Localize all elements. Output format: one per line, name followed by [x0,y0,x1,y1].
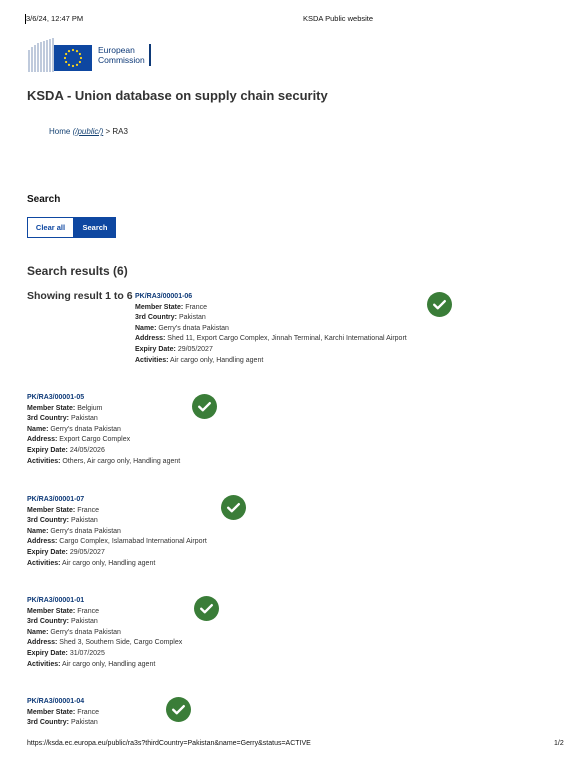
check-circle-icon [166,697,191,722]
search-button[interactable]: Search [74,217,116,238]
breadcrumb-home-href[interactable]: (/public/) [73,127,104,136]
check-circle-icon [221,495,246,520]
check-circle-icon [194,596,219,621]
commission-building-icon [27,38,92,72]
result-item: PK/RA3/00001-04 Member State: France 3rd… [27,697,99,727]
name-value: Gerry's dnata Pakistan [158,324,229,332]
print-site-title: KSDA Public website [303,14,374,23]
activities-value: Air cargo only, Handling agent [62,559,156,567]
member-state-value: France [77,607,99,615]
results-range: Showing result 1 to 6 [27,290,133,302]
results-heading: Search results (6) [27,264,128,278]
member-state-value: France [77,506,99,514]
check-circle-icon [192,394,217,419]
search-heading: Search [27,194,61,205]
print-page-number: 1/2 [554,740,564,747]
name-value: Gerry's dnata Pakistan [50,527,121,535]
third-country-value: Pakistan [70,618,98,626]
expiry-value: 24/05/2026 [69,446,105,454]
result-item: PK/RA3/00001-07 Member State: France 3rd… [27,495,207,567]
result-id-link[interactable]: PK/RA3/00001-01 [27,596,182,607]
result-id-link[interactable]: PK/RA3/00001-07 [27,495,207,506]
result-id-link[interactable]: PK/RA3/00001-05 [27,393,180,404]
third-country-value: Pakistan [70,517,98,525]
european-commission-logo[interactable]: European Commission [27,38,151,72]
logo-divider [148,44,151,66]
address-value: Export Cargo Complex [59,436,131,444]
activities-value: Air cargo only, Handling agent [62,660,156,668]
result-item: PK/RA3/00001-06 Member State: France 3rd… [135,292,407,364]
print-datetime: 3/6/24, 12:47 PM [26,14,84,23]
name-value: Gerry's dnata Pakistan [50,425,121,433]
third-country-value: Pakistan [70,719,98,727]
breadcrumb-current: RA3 [112,127,128,136]
result-item: PK/RA3/00001-05 Member State: Belgium 3r… [27,393,181,465]
activities-value: Others, Air cargo only, Handling agent [62,457,181,465]
print-header: 3/6/24, 12:47 PM KSDA Public website [0,14,586,28]
check-circle-icon [427,292,452,317]
print-url: https://ksda.ec.europa.eu/public/ra3s?th… [27,740,311,747]
name-value: Gerry's dnata Pakistan [50,628,121,636]
expiry-value: 29/05/2027 [177,345,213,353]
logo-text: European Commission [98,45,145,65]
eu-flag-icon [54,45,92,71]
result-id-link[interactable]: PK/RA3/00001-06 [135,292,407,303]
activities-value: Air cargo only, Handling agent [170,356,264,364]
text-cursor [25,14,26,24]
breadcrumb-home-link[interactable]: Home [49,127,70,136]
expiry-value: 31/07/2025 [69,649,105,657]
third-country-value: Pakistan [178,314,206,322]
expiry-value: 29/05/2027 [69,548,105,556]
page-title: KSDA - Union database on supply chain se… [27,88,328,103]
address-value: Shed 3, Southern Side, Cargo Complex [59,639,183,647]
member-state-value: France [185,303,207,311]
member-state-value: France [77,708,99,716]
address-value: Cargo Complex, Islamabad International A… [59,538,207,546]
address-value: Shed 11, Export Cargo Complex, Jinnah Te… [167,335,407,343]
breadcrumb: Home (/public/) > RA3 [49,127,128,136]
result-item: PK/RA3/00001-01 Member State: France 3rd… [27,596,183,668]
third-country-value: Pakistan [70,415,98,423]
result-id-link[interactable]: PK/RA3/00001-04 [27,697,99,708]
member-state-value: Belgium [77,404,103,412]
clear-all-button[interactable]: Clear all [27,217,74,238]
